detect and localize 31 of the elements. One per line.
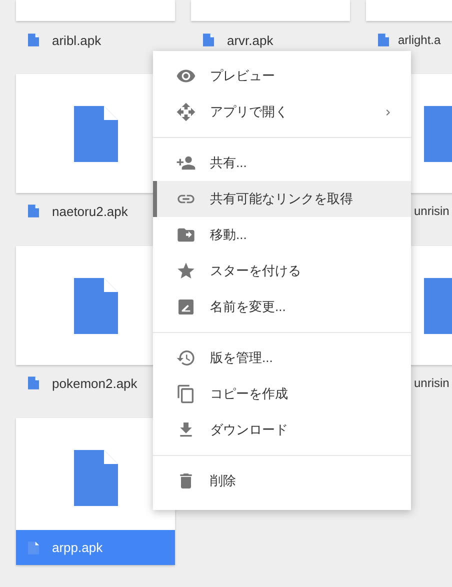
file-icon [74,450,118,506]
file-icon [203,33,214,47]
copy-icon [176,384,196,404]
file-icon [378,33,389,47]
history-icon [176,348,196,368]
file-name: naetoru2.apk [52,204,128,218]
file-card[interactable]: arpp.apk [16,418,175,565]
file-name: pokemon2.apk [52,376,138,390]
file-icon [28,204,39,218]
menu-item[interactable]: スターを付ける [153,253,411,289]
file-name: arvr.apk [227,32,274,48]
menu-item[interactable]: プレビュー [153,58,411,94]
file-name: unrisin [414,376,450,390]
file-icon [28,376,39,390]
file-icon [74,106,118,162]
file-icon [28,540,39,554]
menu-item[interactable]: 移動... [153,217,411,253]
file-icon [74,278,118,334]
menu-item[interactable]: 版を管理... [153,340,411,376]
menu-item[interactable]: 共有... [153,145,411,181]
menu-item[interactable]: アプリで開く [153,94,411,130]
menu-item[interactable]: 共有可能なリンクを取得 [153,181,411,217]
file-icon [28,33,39,47]
file-name: arpp.apk [52,540,103,555]
four-arrows-icon [176,102,196,122]
file-name: unrisin [414,204,450,218]
menu-item[interactable]: コピーを作成 [153,376,411,412]
menu-item[interactable]: 名前を変更... [153,289,411,325]
file-name: aribl.apk [52,32,102,48]
star-icon [176,261,196,281]
file-name: arlight.a [398,33,441,47]
